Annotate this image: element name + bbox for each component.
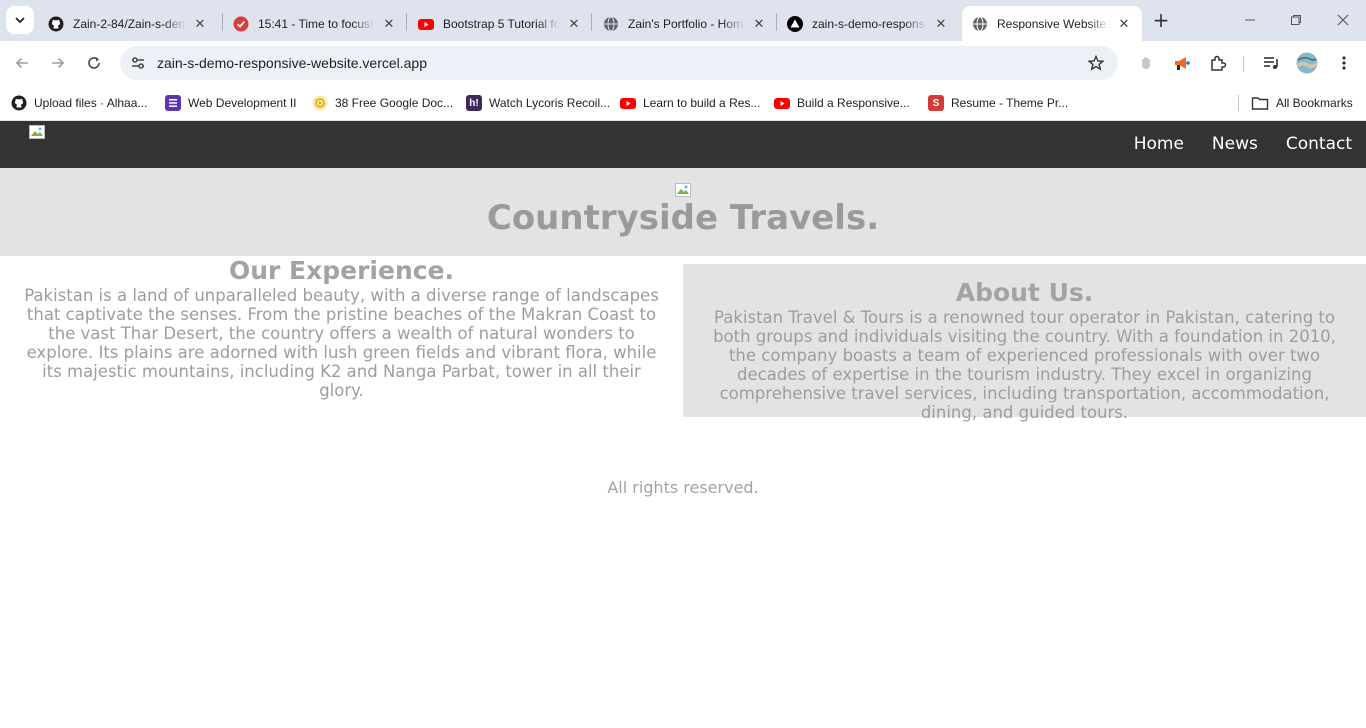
github-icon bbox=[11, 95, 27, 111]
nav-links: Home News Contact bbox=[1120, 121, 1366, 168]
bookmark-label: Learn to build a Res... bbox=[643, 96, 761, 110]
bookmarks-bar: Upload files · Alhaa... Web Development … bbox=[0, 85, 1366, 121]
new-tab-button[interactable]: + bbox=[1150, 8, 1172, 32]
url-text[interactable]: zain-s-demo-responsive-website.vercel.ap… bbox=[157, 55, 427, 71]
tab-search-button[interactable] bbox=[6, 6, 34, 34]
plus-icon: + bbox=[1152, 8, 1170, 32]
bookmark-star-icon[interactable] bbox=[1086, 53, 1106, 73]
site-info-icon[interactable] bbox=[128, 53, 148, 73]
experience-heading: Our Experience. bbox=[228, 256, 455, 285]
address-bar[interactable]: zain-s-demo-responsive-website.vercel.ap… bbox=[120, 46, 1118, 80]
doc-template-icon bbox=[312, 95, 328, 111]
experience-section: Our Experience. Pakistan is a land of un… bbox=[0, 256, 683, 400]
puzzle-icon[interactable] bbox=[1206, 51, 1230, 75]
tab-title: Bootstrap 5 Tutorial for Beginners bbox=[443, 16, 560, 31]
back-button[interactable] bbox=[8, 49, 36, 77]
tab-portfolio[interactable]: Zain's Portfolio - Home ✕ bbox=[593, 6, 777, 41]
tab-bootstrap-tutorial[interactable]: Bootstrap 5 Tutorial for Beginners ✕ bbox=[408, 6, 592, 41]
nav-link-contact[interactable]: Contact bbox=[1272, 121, 1366, 168]
tab-separator bbox=[591, 13, 592, 31]
chevron-down-icon bbox=[15, 17, 25, 24]
bookmark-label: Watch Lycoris Recoil... bbox=[489, 96, 611, 110]
bookmark-label: Build a Responsive... bbox=[797, 96, 910, 110]
media-control-icon[interactable] bbox=[1259, 51, 1283, 75]
forward-button[interactable] bbox=[44, 49, 72, 77]
tab-responsive-website[interactable]: Responsive Website. ✕ bbox=[962, 6, 1142, 41]
tab-strip: Zain-2-84/Zain-s-demo-responsive-website… bbox=[0, 0, 1366, 41]
close-icon bbox=[1337, 14, 1349, 26]
profile-avatar[interactable] bbox=[1295, 51, 1319, 75]
bookmark-label: Upload files · Alhaa... bbox=[34, 96, 148, 110]
bookmark-item[interactable]: Web Development II bbox=[165, 91, 297, 115]
globe-icon bbox=[603, 16, 619, 32]
bookmark-item[interactable]: Build a Responsive... bbox=[774, 91, 910, 115]
about-section: About Us. Pakistan Travel & Tours is a r… bbox=[683, 264, 1366, 422]
extension-hand-icon[interactable] bbox=[1134, 51, 1158, 75]
folder-icon bbox=[1251, 95, 1269, 111]
all-bookmarks-button[interactable]: All Bookmarks bbox=[1251, 91, 1353, 115]
reload-button[interactable] bbox=[80, 49, 108, 77]
site-navbar: Home News Contact bbox=[0, 121, 1366, 168]
pomofocus-icon bbox=[233, 16, 249, 32]
megaphone-icon[interactable] bbox=[1170, 51, 1194, 75]
tab-title: zain-s-demo-responsive-website bbox=[812, 16, 927, 31]
bookmark-item[interactable]: Learn to build a Res... bbox=[620, 91, 760, 115]
tab-title: Zain-2-84/Zain-s-demo-responsive-website bbox=[73, 16, 186, 31]
minimize-icon bbox=[1245, 19, 1255, 21]
bookmark-item[interactable]: h! Watch Lycoris Recoil... bbox=[466, 91, 610, 115]
tab-vercel[interactable]: zain-s-demo-responsive-website ✕ bbox=[777, 6, 959, 41]
toolbar-divider bbox=[1243, 56, 1244, 72]
close-icon[interactable]: ✕ bbox=[192, 16, 208, 32]
footer-text: All rights reserved. bbox=[607, 478, 759, 497]
bookmarks-divider bbox=[1238, 95, 1239, 111]
tab-title: Responsive Website. bbox=[997, 16, 1110, 31]
tab-pomofocus[interactable]: 15:41 - Time to focus! ✕ bbox=[223, 6, 407, 41]
close-window-button[interactable] bbox=[1331, 8, 1355, 32]
youtube-icon bbox=[774, 95, 790, 111]
tab-title: 15:41 - Time to focus! bbox=[258, 16, 374, 31]
close-icon[interactable]: ✕ bbox=[1116, 16, 1132, 32]
youtube-icon bbox=[418, 16, 434, 32]
arrow-left-icon bbox=[15, 57, 28, 69]
about-text: Pakistan Travel & Tours is a renowned to… bbox=[713, 308, 1336, 422]
broken-image-icon bbox=[29, 125, 45, 139]
page-title: Countryside Travels. bbox=[486, 198, 880, 238]
hianime-icon: h! bbox=[466, 95, 482, 111]
tab-separator bbox=[406, 13, 407, 31]
youtube-icon bbox=[620, 95, 636, 111]
nav-link-home[interactable]: Home bbox=[1120, 121, 1198, 168]
github-icon bbox=[48, 16, 64, 32]
reload-icon bbox=[88, 57, 100, 69]
close-icon[interactable]: ✕ bbox=[751, 16, 767, 32]
bookmark-item[interactable]: Upload files · Alhaa... bbox=[11, 91, 147, 115]
minimize-button[interactable] bbox=[1238, 8, 1262, 32]
bookmark-label: Web Development II bbox=[188, 96, 297, 110]
nav-link-news[interactable]: News bbox=[1198, 121, 1272, 168]
restore-icon bbox=[1291, 15, 1301, 25]
about-heading: About Us. bbox=[955, 278, 1094, 307]
classroom-icon bbox=[165, 95, 181, 111]
bookmark-label: 38 Free Google Doc... bbox=[335, 96, 454, 110]
arrow-right-icon bbox=[52, 57, 65, 69]
hero-section: Countryside Travels. bbox=[0, 168, 1366, 256]
kebab-menu-icon[interactable] bbox=[1332, 51, 1356, 75]
tab-title: Zain's Portfolio - Home bbox=[628, 16, 745, 31]
close-icon[interactable]: ✕ bbox=[566, 16, 582, 32]
bookmark-label: Resume - Theme Pr... bbox=[951, 96, 1069, 110]
s-logo-icon: S bbox=[928, 95, 944, 111]
experience-text: Pakistan is a land of unparalleled beaut… bbox=[24, 286, 659, 400]
bookmark-item[interactable]: 38 Free Google Doc... bbox=[312, 91, 453, 115]
broken-image-icon bbox=[675, 183, 691, 197]
close-icon[interactable]: ✕ bbox=[933, 16, 949, 32]
all-bookmarks-label: All Bookmarks bbox=[1276, 96, 1353, 110]
restore-button[interactable] bbox=[1284, 8, 1308, 32]
globe-icon bbox=[972, 16, 988, 32]
browser-toolbar: zain-s-demo-responsive-website.vercel.ap… bbox=[0, 41, 1366, 85]
bookmark-item[interactable]: S Resume - Theme Pr... bbox=[928, 91, 1068, 115]
vercel-icon bbox=[787, 15, 803, 32]
close-icon[interactable]: ✕ bbox=[381, 16, 397, 32]
tab-github[interactable]: Zain-2-84/Zain-s-demo-responsive-website… bbox=[38, 6, 218, 41]
